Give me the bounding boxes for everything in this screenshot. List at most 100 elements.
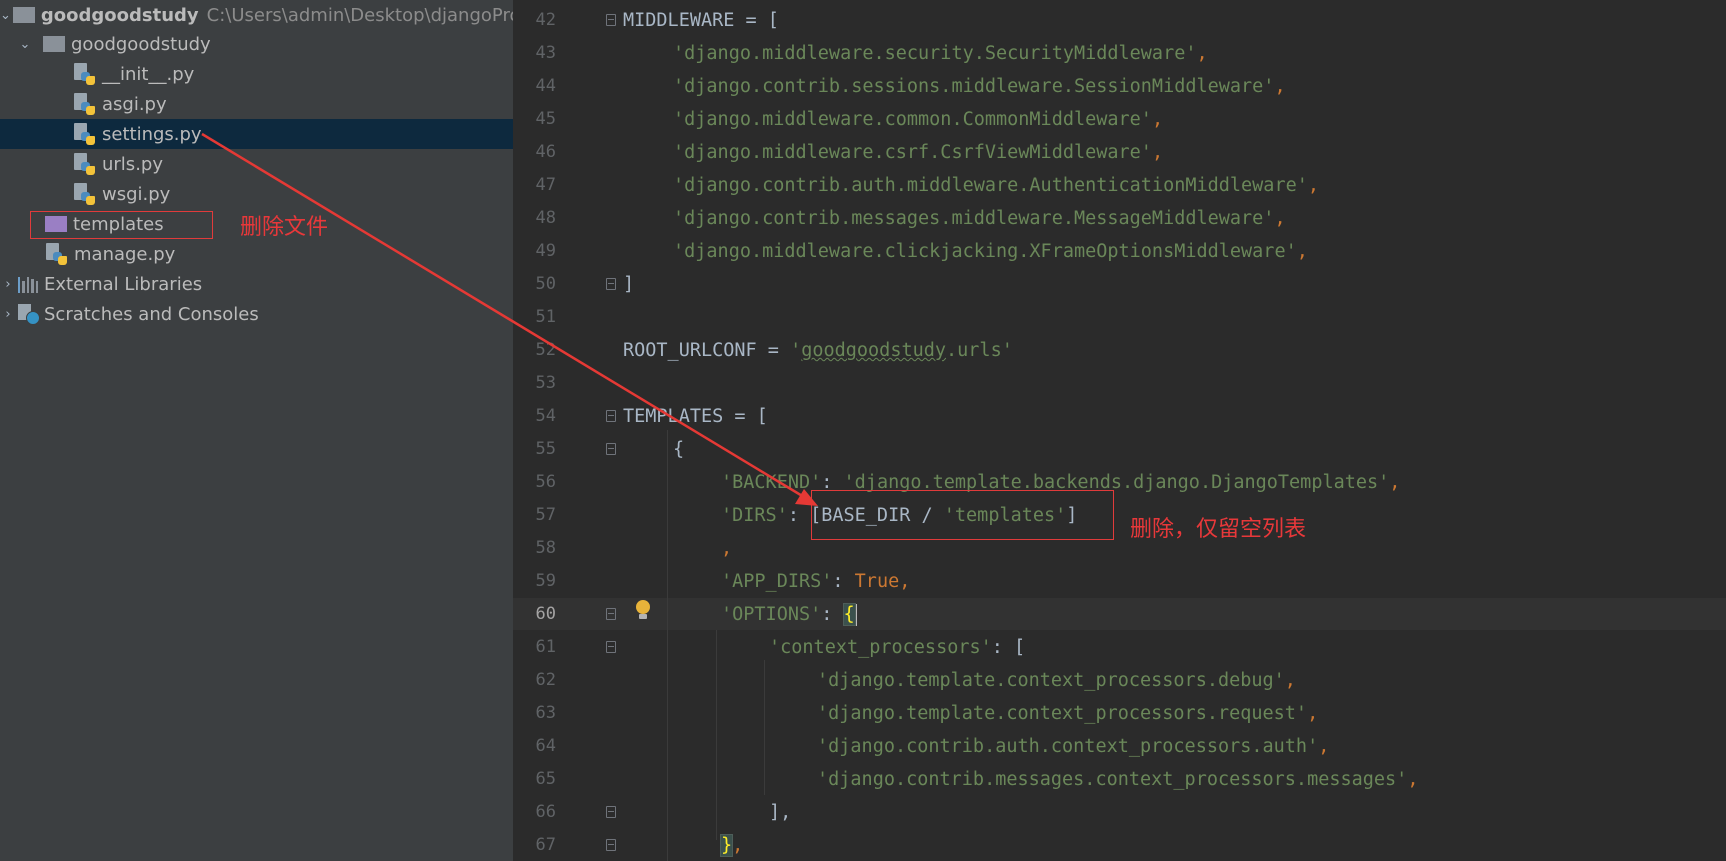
tree-item-scratches[interactable]: › Scratches and Consoles: [0, 299, 513, 329]
indent-guide: [716, 630, 717, 840]
annotation-delete-folder: 删除文件: [240, 215, 329, 240]
line-number: 56: [535, 472, 556, 492]
fold-icon[interactable]: [606, 641, 616, 653]
tree-item-urls[interactable]: urls.py: [0, 149, 513, 179]
line-number: 50: [535, 274, 556, 294]
line-number: 45: [535, 109, 556, 129]
line-number: 49: [535, 241, 556, 261]
tree-item-asgi[interactable]: asgi.py: [0, 89, 513, 119]
chevron-right-icon[interactable]: ›: [0, 277, 16, 292]
code-line: 'django.contrib.auth.context_processors.…: [817, 736, 1330, 757]
code-line: MIDDLEWARE = [: [623, 10, 779, 31]
line-number: 64: [535, 736, 556, 756]
library-icon: [18, 275, 39, 293]
code-line: 'django.template.context_processors.requ…: [817, 703, 1319, 724]
fold-icon[interactable]: [606, 443, 616, 455]
code-line: ]: [623, 274, 635, 295]
code-line: 'django.contrib.messages.context_process…: [817, 769, 1419, 790]
code-line: 'django.template.context_processors.debu…: [817, 670, 1296, 691]
file-name: manage.py: [74, 243, 176, 265]
line-number: 61: [535, 637, 556, 657]
current-line-highlight: [513, 598, 1726, 630]
root-project-path: C:\Users\admin\Desktop\djangoProj: [206, 4, 513, 26]
line-number: 54: [535, 406, 556, 426]
indent-guide: [764, 660, 765, 795]
code-line: ROOT_URLCONF = 'goodgoodstudy.urls': [623, 340, 1013, 361]
line-number: 59: [535, 571, 556, 591]
tree-item-wsgi[interactable]: wsgi.py: [0, 179, 513, 209]
package-folder-icon: [43, 36, 65, 52]
annotation-box-templates: [30, 211, 213, 239]
fold-icon[interactable]: [606, 278, 616, 290]
scratches-label: Scratches and Consoles: [44, 303, 259, 325]
fold-icon[interactable]: [606, 410, 616, 422]
indent-guide: [667, 430, 668, 861]
python-file-icon: [74, 183, 96, 205]
python-file-icon: [74, 63, 96, 85]
code-line-current: 'OPTIONS': {: [721, 603, 857, 626]
scratches-icon: [18, 304, 40, 325]
file-name: settings.py: [102, 123, 202, 145]
line-number: 62: [535, 670, 556, 690]
code-line: {: [673, 439, 685, 460]
code-line: ],: [769, 802, 792, 823]
root-project-name: goodgoodstudy: [40, 4, 199, 26]
line-number: 55: [535, 439, 556, 459]
tree-item-init[interactable]: __init__.py: [0, 59, 513, 89]
package-name: goodgoodstudy: [71, 33, 211, 55]
line-number: 53: [535, 373, 556, 393]
file-name: wsgi.py: [102, 183, 171, 205]
code-line: 'django.contrib.sessions.middleware.Sess…: [673, 76, 1286, 97]
line-number: 65: [535, 769, 556, 789]
project-tree-panel: ⌄ goodgoodstudy C:\Users\admin\Desktop\d…: [0, 0, 513, 861]
tree-item-manage[interactable]: manage.py: [0, 239, 513, 269]
line-number-current: 60: [535, 604, 556, 624]
code-line: 'django.contrib.messages.middleware.Mess…: [673, 208, 1286, 229]
tree-item-external-libraries[interactable]: › External Libraries: [0, 269, 513, 299]
line-number: 48: [535, 208, 556, 228]
code-line: },: [719, 834, 744, 857]
fold-icon[interactable]: [606, 608, 616, 620]
python-file-icon: [74, 93, 96, 115]
code-line: 'django.middleware.clickjacking.XFrameOp…: [673, 241, 1308, 262]
fold-icon[interactable]: [606, 14, 616, 26]
tree-item-settings[interactable]: settings.py: [0, 119, 513, 149]
file-name: asgi.py: [102, 93, 167, 115]
tree-item-root[interactable]: ⌄ goodgoodstudy C:\Users\admin\Desktop\d…: [0, 0, 513, 30]
code-line: TEMPLATES = [: [623, 406, 768, 427]
line-number: 43: [535, 43, 556, 63]
folder-icon: [12, 7, 35, 23]
fold-icon[interactable]: [606, 839, 616, 851]
code-line: 'context_processors': [: [769, 637, 1026, 658]
line-number: 57: [535, 505, 556, 525]
line-number: 66: [535, 802, 556, 822]
code-line: 'django.middleware.csrf.CsrfViewMiddlewa…: [673, 142, 1164, 163]
code-line: 'APP_DIRS': True,: [721, 571, 911, 592]
external-libraries-label: External Libraries: [44, 273, 203, 295]
python-file-icon: [74, 153, 96, 175]
line-number: 44: [535, 76, 556, 96]
annotation-box-dirs: [811, 490, 1114, 540]
annotation-delete-keep-empty: 删除，仅留空列表: [1130, 517, 1307, 542]
lightbulb-icon[interactable]: [635, 600, 651, 622]
code-line: 'django.middleware.common.CommonMiddlewa…: [673, 109, 1164, 130]
chevron-down-icon[interactable]: ⌄: [17, 37, 33, 52]
code-line: ,: [721, 538, 733, 559]
line-number: 67: [535, 835, 556, 855]
tree-item-package[interactable]: ⌄ goodgoodstudy: [0, 29, 513, 59]
line-number: 47: [535, 175, 556, 195]
text-cursor: [854, 604, 857, 626]
line-number: 46: [535, 142, 556, 162]
chevron-right-icon[interactable]: ›: [0, 307, 16, 322]
python-file-icon: [74, 123, 96, 145]
line-number: 42: [535, 10, 556, 30]
code-editor[interactable]: 42 43 44 45 46 47 48 49 50 51 52 53 54 5…: [513, 0, 1726, 861]
code-line: 'django.contrib.auth.middleware.Authenti…: [673, 175, 1320, 196]
line-number: 63: [535, 703, 556, 723]
chevron-down-icon[interactable]: ⌄: [0, 8, 11, 23]
python-file-icon: [46, 243, 68, 265]
file-name: __init__.py: [102, 63, 195, 85]
file-name: urls.py: [102, 153, 163, 175]
fold-icon[interactable]: [606, 806, 616, 818]
line-number: 58: [535, 538, 556, 558]
